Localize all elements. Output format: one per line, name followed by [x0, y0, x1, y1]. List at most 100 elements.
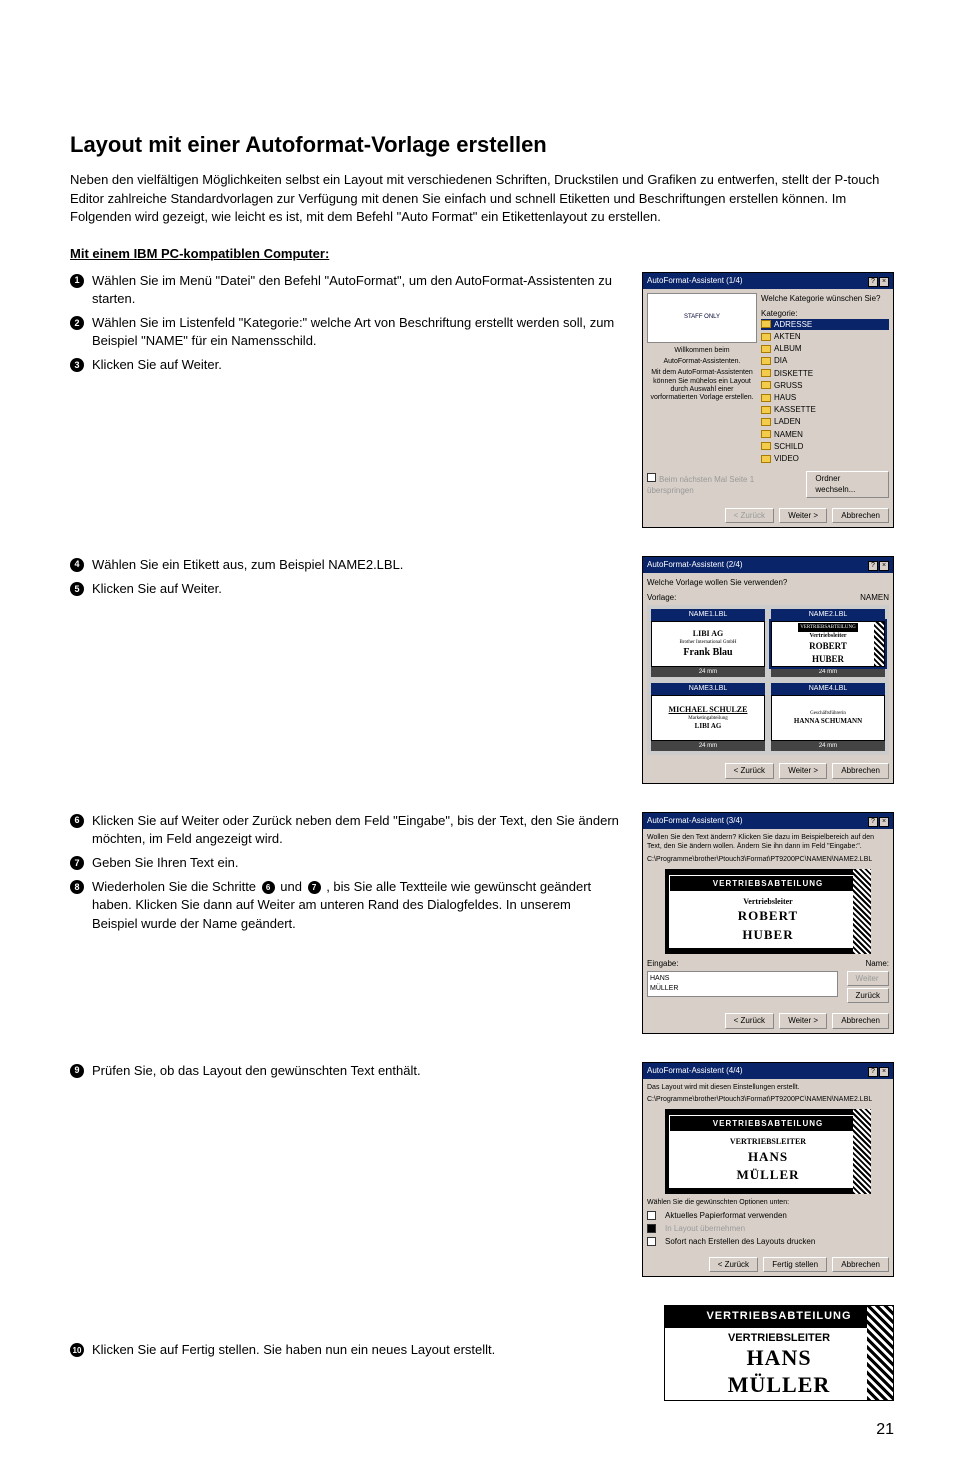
- inline-ref-6: 6: [262, 881, 275, 894]
- next-button[interactable]: Weiter >: [779, 763, 827, 778]
- step-marker-7: 7: [70, 856, 84, 870]
- category-item[interactable]: SCHILD: [774, 441, 803, 452]
- options-header: Wählen Sie die gewünschten Optionen unte…: [647, 1198, 889, 1208]
- dialog1-window-buttons[interactable]: ?×: [867, 275, 889, 287]
- close-icon[interactable]: ×: [879, 817, 889, 827]
- field-next-button[interactable]: Weiter: [847, 971, 889, 986]
- dialog2-vorlage-label: Vorlage:: [647, 592, 676, 603]
- template3-size: 24 mm: [651, 741, 765, 751]
- field-back-button[interactable]: Zurück: [847, 988, 889, 1003]
- eingabe-label: Eingabe:: [647, 958, 679, 969]
- folder-icon: [761, 418, 771, 426]
- step-marker-10: 10: [70, 1343, 84, 1357]
- template2-size: 24 mm: [771, 667, 885, 677]
- cancel-button[interactable]: Abbrechen: [832, 508, 889, 523]
- dialog4-path: C:\Programme\brother\Ptouch3\Format\PT92…: [647, 1095, 889, 1105]
- dialog3-window-buttons[interactable]: ?×: [867, 815, 889, 827]
- close-icon[interactable]: ×: [879, 1067, 889, 1077]
- dialog1-title: AutoFormat-Assistent (1/4): [647, 275, 743, 286]
- back-button[interactable]: < Zurück: [725, 1013, 774, 1028]
- category-item[interactable]: HAUS: [774, 392, 796, 403]
- step-marker-3: 3: [70, 358, 84, 372]
- help-icon[interactable]: ?: [868, 1067, 878, 1077]
- final-label-preview: VERTRIEBSABTEILUNG VERTRIEBSLEITER HANS …: [664, 1305, 894, 1401]
- template3-label: NAME3.LBL: [651, 683, 765, 695]
- checkbox-opt3[interactable]: [647, 1237, 656, 1246]
- category-list[interactable]: ADRESSE AKTEN ALBUM DIA DISKETTE GRUSS H…: [761, 319, 889, 464]
- template1[interactable]: LIBI AG Brother International GmbH Frank…: [651, 621, 765, 667]
- help-icon[interactable]: ?: [868, 817, 878, 827]
- next-button[interactable]: Weiter >: [779, 508, 827, 523]
- skip-checkbox[interactable]: [647, 473, 656, 482]
- step-1: Wählen Sie im Menü "Datei" den Befehl "A…: [92, 272, 620, 308]
- back-button: < Zurück: [725, 508, 774, 523]
- dialog3-title: AutoFormat-Assistent (3/4): [647, 815, 743, 826]
- category-item[interactable]: ALBUM: [774, 343, 802, 354]
- category-item[interactable]: LADEN: [774, 416, 801, 427]
- dialog4-title: AutoFormat-Assistent (4/4): [647, 1065, 743, 1076]
- final-name2: MÜLLER: [665, 1373, 893, 1400]
- close-icon[interactable]: ×: [879, 277, 889, 287]
- final-role: VERTRIEBSLEITER: [665, 1328, 893, 1346]
- checkbox-opt1[interactable]: [647, 1211, 656, 1220]
- dialog2-window-buttons[interactable]: ?×: [867, 559, 889, 571]
- subheading: Mit einem IBM PC-kompatiblen Computer:: [70, 245, 894, 263]
- step-4: Wählen Sie ein Etikett aus, zum Beispiel…: [92, 556, 620, 574]
- category-item[interactable]: GRUSS: [774, 380, 802, 391]
- dialog1-welcome3: Mit dem AutoFormat-Assistenten können Si…: [647, 369, 757, 403]
- category-item[interactable]: AKTEN: [774, 331, 801, 342]
- page-number: 21: [70, 1419, 894, 1441]
- checkbox-opt2[interactable]: [647, 1224, 656, 1233]
- folder-icon: [761, 369, 771, 377]
- dialog1-category-label: Kategorie:: [761, 308, 889, 319]
- folder-icon: [761, 394, 771, 402]
- step-8: Wiederholen Sie die Schritte 6 und 7 , b…: [92, 878, 620, 933]
- category-item[interactable]: VIDEO: [774, 453, 799, 464]
- template2[interactable]: VERTRIEBSABTEILUNG Vertriebsleiter ROBER…: [771, 621, 885, 667]
- step-10: Klicken Sie auf Fertig stellen. Sie habe…: [92, 1341, 620, 1359]
- step-marker-6: 6: [70, 814, 84, 828]
- step-5: Klicken Sie auf Weiter.: [92, 580, 620, 598]
- dialog3-path: C:\Programme\brother\Ptouch3\Format\PT92…: [647, 855, 889, 865]
- template1-size: 24 mm: [651, 667, 765, 677]
- opt3-label: Sofort nach Erstellen des Layouts drucke…: [665, 1236, 815, 1247]
- step-marker-4: 4: [70, 558, 84, 572]
- category-item[interactable]: KASSETTE: [774, 404, 816, 415]
- opt2-label: In Layout übernehmen: [665, 1223, 745, 1234]
- step-9: Prüfen Sie, ob das Layout den gewünschte…: [92, 1062, 620, 1080]
- category-item[interactable]: ADRESSE: [774, 319, 812, 330]
- finish-button[interactable]: Fertig stellen: [763, 1257, 827, 1272]
- next-button[interactable]: Weiter >: [779, 1013, 827, 1028]
- close-icon[interactable]: ×: [879, 561, 889, 571]
- back-button[interactable]: < Zurück: [725, 763, 774, 778]
- skip-checkbox-label: Beim nächsten Mal Seite 1 überspringen: [647, 475, 754, 495]
- step-marker-5: 5: [70, 582, 84, 596]
- dialog-step1: AutoFormat-Assistent (1/4) ?× STAFF ONLY…: [642, 272, 894, 528]
- dialog-step3: AutoFormat-Assistent (3/4) ?× Wollen Sie…: [642, 812, 894, 1034]
- final-name1: HANS: [665, 1346, 893, 1373]
- intro-paragraph: Neben den vielfältigen Möglichkeiten sel…: [70, 171, 894, 228]
- back-button[interactable]: < Zurück: [709, 1257, 758, 1272]
- step-marker-8: 8: [70, 880, 84, 894]
- dialog4-window-buttons[interactable]: ?×: [867, 1065, 889, 1077]
- cancel-button[interactable]: Abbrechen: [832, 763, 889, 778]
- template4[interactable]: Geschäftsführerin HANNA SCHUMANN: [771, 695, 885, 741]
- help-icon[interactable]: ?: [868, 561, 878, 571]
- folder-icon: [761, 430, 771, 438]
- category-item[interactable]: DIA: [774, 355, 787, 366]
- change-folder-button[interactable]: Ordner wechseln...: [806, 471, 889, 497]
- category-item[interactable]: NAMEN: [774, 429, 803, 440]
- cancel-button[interactable]: Abbrechen: [832, 1013, 889, 1028]
- template3[interactable]: MICHAEL SCHULZE Marketingabteilung LIBI …: [651, 695, 765, 741]
- dialog3-instructions: Wollen Sie den Text ändern? Klicken Sie …: [647, 833, 889, 853]
- step-2: Wählen Sie im Listenfeld "Kategorie:" we…: [92, 314, 620, 350]
- step-marker-9: 9: [70, 1064, 84, 1078]
- dialog-step2: AutoFormat-Assistent (2/4) ?× Welche Vor…: [642, 556, 894, 784]
- name-label: Name:: [865, 958, 889, 969]
- folder-icon: [761, 406, 771, 414]
- help-icon[interactable]: ?: [868, 277, 878, 287]
- category-item[interactable]: DISKETTE: [774, 368, 813, 379]
- cancel-button[interactable]: Abbrechen: [832, 1257, 889, 1272]
- dialog4-preview: VERTRIEBSABTEILUNG VERTRIEBSLEITER HANS …: [665, 1109, 871, 1194]
- eingabe-field[interactable]: HANS MÜLLER: [647, 971, 838, 997]
